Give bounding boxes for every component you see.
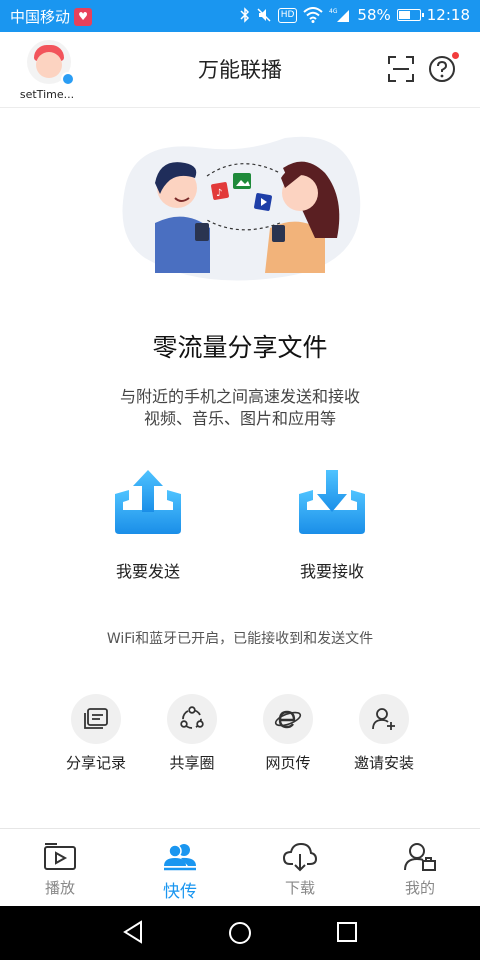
tab-label: 我的 xyxy=(404,879,435,897)
invite-install-button[interactable]: 邀请安装 xyxy=(344,694,424,773)
share-circle-icon xyxy=(180,706,204,729)
upload-tray-icon[interactable] xyxy=(113,470,183,536)
battery-icon xyxy=(396,9,424,21)
signal-icon: 4G xyxy=(329,6,351,24)
profile-icon xyxy=(404,843,436,871)
heart-app-icon: ♥ xyxy=(74,7,93,26)
description: 与附近的手机之间高速发送和接收 视频、音乐、图片和应用等 xyxy=(0,386,480,430)
tab-label: 下载 xyxy=(284,879,315,897)
sharing-illustration: ♪ xyxy=(122,136,361,281)
description-line-2: 视频、音乐、图片和应用等 xyxy=(143,409,336,428)
hd-icon: HD xyxy=(277,7,298,23)
receive-button[interactable]: 我要接收 xyxy=(262,470,402,582)
recent-apps-icon[interactable] xyxy=(336,921,358,943)
cloud-download-icon xyxy=(283,842,317,872)
tool-label: 分享记录 xyxy=(65,754,126,772)
app-header: setTime... 万能联播 xyxy=(0,32,480,108)
connection-status: WiFi和蓝牙已开启，已能接收到和发送文件 xyxy=(106,631,374,647)
web-transfer-button[interactable]: 网页传 xyxy=(248,694,328,773)
headline: 零流量分享文件 xyxy=(152,333,328,362)
clock: 12:18 xyxy=(426,6,470,24)
status-bar: 中国移动 ♥ HD 4G 58% 12:18 xyxy=(0,0,480,32)
web-transfer-icon xyxy=(274,710,302,729)
receive-label: 我要接收 xyxy=(299,562,364,581)
history-icon xyxy=(84,708,108,729)
scan-icon[interactable] xyxy=(388,56,414,82)
user-name: setTime... xyxy=(19,88,75,101)
tab-mine[interactable]: 我的 xyxy=(360,829,480,906)
users-icon xyxy=(164,844,196,871)
notification-dot xyxy=(452,52,459,59)
tool-label: 邀请安装 xyxy=(353,754,414,772)
send-button[interactable]: 我要发送 xyxy=(78,470,218,582)
invite-user-icon xyxy=(372,708,395,730)
system-nav-bar xyxy=(0,906,480,960)
back-icon[interactable] xyxy=(122,920,144,944)
download-tray-icon[interactable] xyxy=(297,470,367,536)
tab-label: 快传 xyxy=(163,882,197,902)
play-icon xyxy=(44,843,76,870)
tab-label: 播放 xyxy=(44,879,75,897)
tool-label: 网页传 xyxy=(265,754,311,772)
tab-download[interactable]: 下载 xyxy=(240,829,360,906)
send-label: 我要发送 xyxy=(115,562,180,581)
tab-play[interactable]: 播放 xyxy=(0,829,120,906)
share-circle-button[interactable]: 共享圈 xyxy=(152,694,232,773)
tab-quick-transfer[interactable]: 快传 xyxy=(120,829,240,906)
svg-text:♪: ♪ xyxy=(216,188,222,199)
help-icon[interactable] xyxy=(428,55,456,83)
mute-icon xyxy=(256,6,272,24)
network-label: 4G xyxy=(329,8,338,15)
tool-label: 共享圈 xyxy=(169,754,215,772)
share-history-button[interactable]: 分享记录 xyxy=(56,694,136,773)
bluetooth-icon xyxy=(240,6,250,24)
battery-percent: 58% xyxy=(357,6,391,24)
wifi-icon xyxy=(303,6,324,24)
description-line-1: 与附近的手机之间高速发送和接收 xyxy=(119,387,360,406)
home-icon[interactable] xyxy=(227,920,253,946)
bottom-tab-bar: 播放 快传 下载 我的 xyxy=(0,829,480,906)
carrier-label: 中国移动 xyxy=(10,8,71,26)
